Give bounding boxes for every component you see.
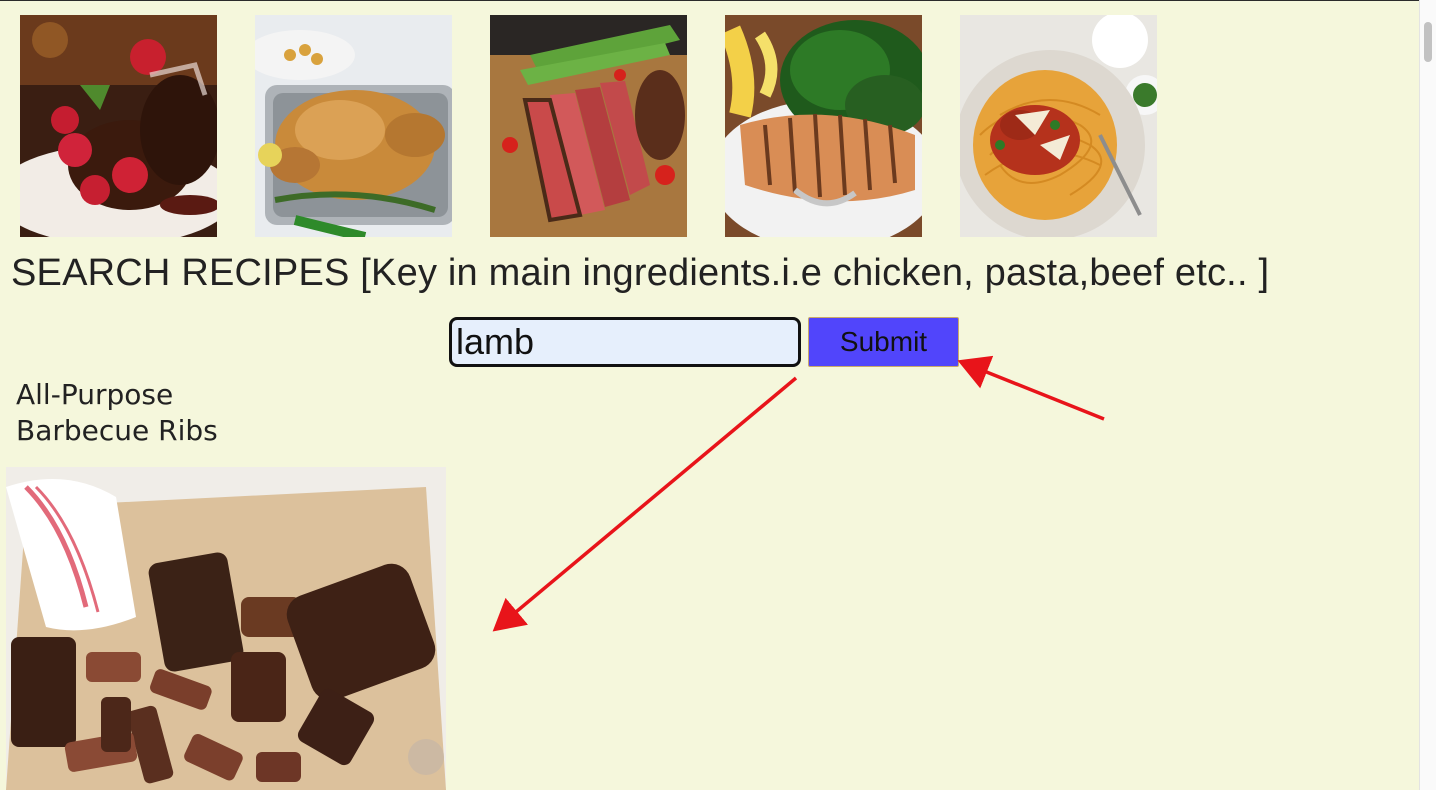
submit-button[interactable]: Submit [808, 317, 959, 367]
chocolate-lava-cake-image [20, 15, 217, 237]
page: SEARCH RECIPES [Key in main ingredients.… [0, 0, 1420, 790]
top-border [0, 0, 1420, 1]
barbecue-ribs-image[interactable] [6, 467, 446, 790]
food-gallery [20, 15, 1157, 237]
grilled-salmon-image [725, 15, 922, 237]
vertical-scrollbar[interactable] [1419, 0, 1436, 790]
arrow-to-submit-button [957, 355, 1105, 421]
roast-chicken-image [255, 15, 452, 237]
spaghetti-bolognese-image [960, 15, 1157, 237]
search-input[interactable] [449, 317, 801, 367]
arrow-to-result-image [492, 376, 798, 632]
sliced-steak-image [490, 15, 687, 237]
search-heading: SEARCH RECIPES [Key in main ingredients.… [11, 252, 1270, 294]
recipe-title: All-Purpose Barbecue Ribs [16, 378, 218, 447]
scrollbar-thumb[interactable] [1424, 22, 1432, 62]
